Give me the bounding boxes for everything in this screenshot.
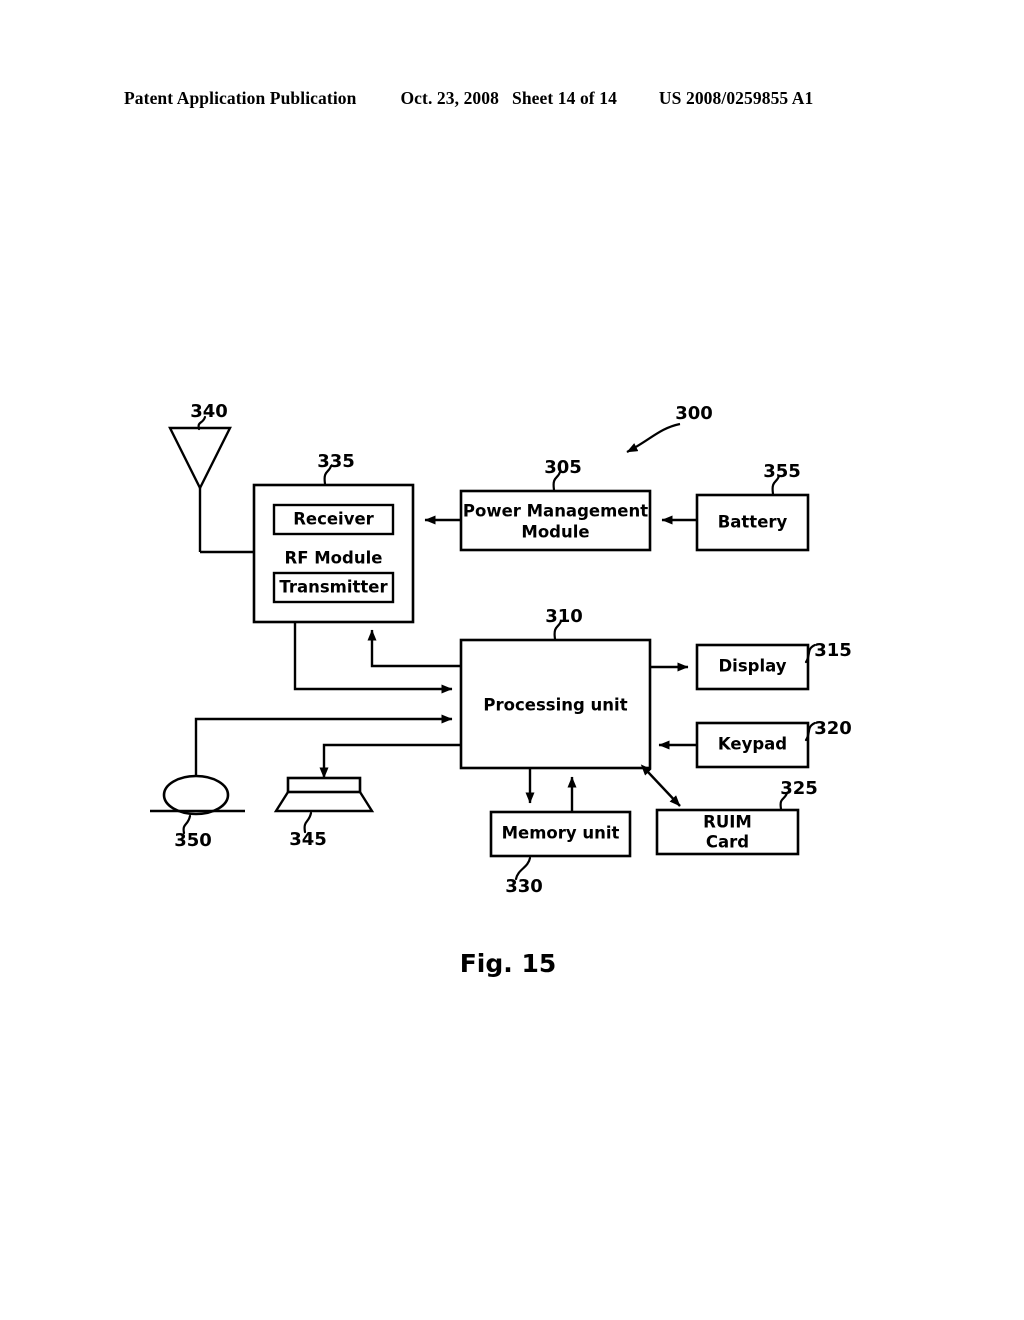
figure-15: 340 Receiver RF Module Transmitter 335 P… bbox=[0, 0, 1024, 1320]
wire-pu-ruim-bidirectional bbox=[640, 764, 681, 807]
ref-300: 300 bbox=[675, 403, 713, 424]
block-diagram: 340 Receiver RF Module Transmitter 335 P… bbox=[150, 401, 852, 978]
ref-330: 330 bbox=[505, 876, 543, 897]
ref-345: 345 bbox=[289, 829, 327, 850]
power-management-label-line2: Module bbox=[521, 523, 589, 542]
antenna-symbol bbox=[168, 426, 232, 552]
display-label: Display bbox=[718, 657, 786, 676]
microphone-symbol bbox=[150, 774, 245, 816]
ref-325: 325 bbox=[780, 778, 818, 799]
wire-rf-to-pu bbox=[293, 622, 453, 694]
speaker-symbol bbox=[273, 776, 375, 813]
figure-caption: Fig. 15 bbox=[460, 949, 557, 978]
ruim-card-label-line2: Card bbox=[706, 833, 749, 852]
processing-unit-label: Processing unit bbox=[483, 696, 627, 715]
pointer-300 bbox=[626, 422, 681, 453]
wire-pu-to-rf bbox=[367, 629, 461, 668]
ref-335: 335 bbox=[317, 451, 355, 472]
memory-unit-label: Memory unit bbox=[502, 824, 620, 843]
patent-page: Patent Application Publication Oct. 23, … bbox=[0, 0, 1024, 1320]
rf-module-label: RF Module bbox=[285, 549, 383, 568]
ref-315: 315 bbox=[814, 640, 852, 661]
ref-355: 355 bbox=[763, 461, 801, 482]
transmitter-label: Transmitter bbox=[279, 578, 388, 597]
ref-350: 350 bbox=[174, 830, 212, 851]
ref-310: 310 bbox=[545, 606, 583, 627]
ref-305: 305 bbox=[544, 457, 582, 478]
ref-320: 320 bbox=[814, 718, 852, 739]
wire-pu-to-speaker bbox=[319, 743, 461, 779]
keypad-label: Keypad bbox=[718, 735, 787, 754]
battery-label: Battery bbox=[718, 513, 788, 532]
receiver-label: Receiver bbox=[293, 510, 374, 529]
ref-340: 340 bbox=[190, 401, 228, 422]
ruim-card-label-line1: RUIM bbox=[703, 813, 752, 832]
power-management-label-line1: Power Management bbox=[463, 502, 648, 521]
